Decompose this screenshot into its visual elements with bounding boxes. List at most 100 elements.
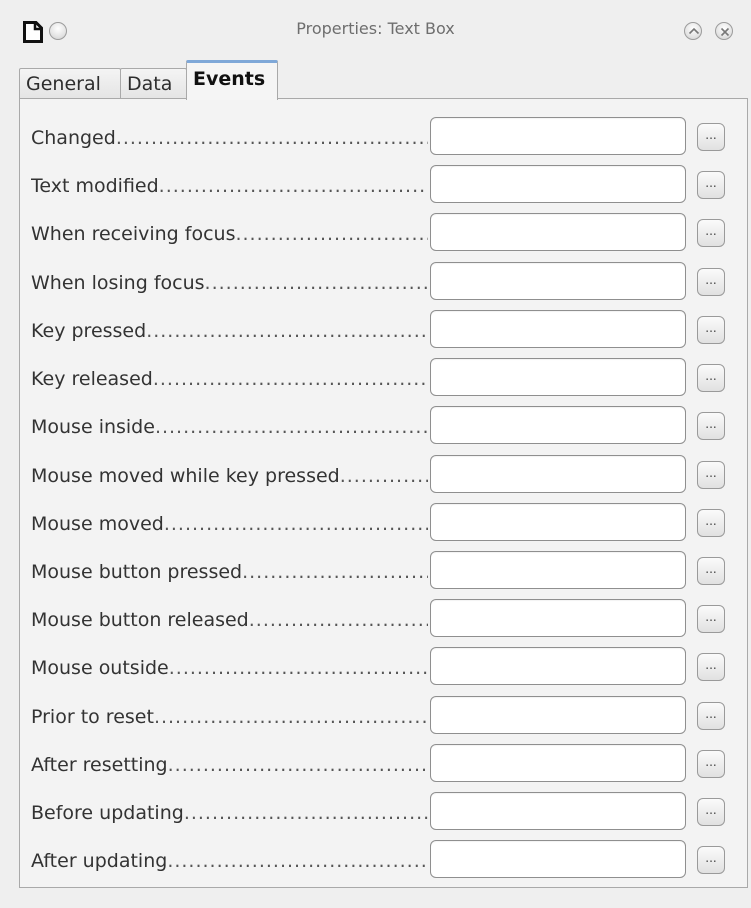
tab-data[interactable]: Data	[120, 68, 187, 99]
event-macro-field[interactable]	[430, 310, 686, 348]
close-icon[interactable]	[715, 22, 733, 40]
assign-macro-button[interactable]: ...	[697, 750, 725, 778]
leader-dots: ........................................…	[158, 175, 428, 197]
event-label-text: Before updating	[31, 802, 184, 824]
event-label: When losing focus.......................…	[31, 272, 428, 294]
event-row: Before updating.........................…	[20, 792, 749, 834]
event-row: Mouse inside............................…	[20, 406, 749, 448]
leader-dots: ........................................…	[152, 368, 428, 390]
leader-dots: ........................................…	[146, 320, 428, 342]
event-label: Prior to reset..........................…	[31, 706, 428, 728]
event-macro-field[interactable]	[430, 744, 686, 782]
event-label: Mouse inside............................…	[31, 416, 428, 438]
assign-macro-button[interactable]: ...	[697, 316, 725, 344]
event-macro-field[interactable]	[430, 551, 686, 589]
event-label: Mouse moved.............................…	[31, 513, 428, 535]
event-macro-field[interactable]	[430, 696, 686, 734]
event-row: Mouse button released...................…	[20, 599, 749, 641]
event-macro-field[interactable]	[430, 358, 686, 396]
assign-macro-button[interactable]: ...	[697, 605, 725, 633]
chevron-up-icon[interactable]	[684, 22, 702, 40]
assign-macro-button[interactable]: ...	[697, 557, 725, 585]
tab-general[interactable]: General	[19, 68, 121, 99]
event-label: After updating..........................…	[31, 850, 428, 872]
event-label: Changed.................................…	[31, 127, 428, 149]
leader-dots: ........................................…	[168, 657, 428, 679]
event-label: Mouse button released...................…	[31, 609, 428, 631]
event-macro-field[interactable]	[430, 647, 686, 685]
title-bar: Properties: Text Box	[0, 0, 751, 58]
assign-macro-button[interactable]: ...	[697, 364, 725, 392]
event-row: Key pressed.............................…	[20, 310, 749, 352]
event-row: Mouse moved while key pressed...........…	[20, 455, 749, 497]
assign-macro-button[interactable]: ...	[697, 461, 725, 489]
event-row: Text modified...........................…	[20, 165, 749, 207]
event-row: When losing focus.......................…	[20, 262, 749, 304]
assign-macro-button[interactable]: ...	[697, 653, 725, 681]
event-row: Mouse button pressed....................…	[20, 551, 749, 593]
leader-dots: ........................................…	[154, 416, 428, 438]
leader-dots: ........................................…	[204, 272, 428, 294]
event-label: Key released............................…	[31, 368, 428, 390]
events-panel: Changed.................................…	[19, 98, 748, 888]
event-label-text: After updating	[31, 850, 168, 872]
event-macro-field[interactable]	[430, 840, 686, 878]
leader-dots: ........................................…	[242, 561, 428, 583]
event-label: After resetting.........................…	[31, 754, 428, 776]
event-label-text: Key released	[31, 368, 153, 390]
event-label-text: Mouse button released	[31, 609, 249, 631]
event-row: Mouse outside...........................…	[20, 647, 749, 689]
window-title: Properties: Text Box	[296, 19, 455, 38]
event-row: Key released............................…	[20, 358, 749, 400]
event-macro-field[interactable]	[430, 117, 686, 155]
event-label-text: After resetting	[31, 754, 168, 776]
event-macro-field[interactable]	[430, 503, 686, 541]
assign-macro-button[interactable]: ...	[697, 171, 725, 199]
assign-macro-button[interactable]: ...	[697, 509, 725, 537]
assign-macro-button[interactable]: ...	[697, 846, 725, 874]
event-label-text: Mouse moved while key pressed	[31, 465, 340, 487]
event-macro-field[interactable]	[430, 165, 686, 203]
event-label: Mouse moved while key pressed...........…	[31, 465, 428, 487]
event-label: Before updating.........................…	[31, 802, 428, 824]
event-macro-field[interactable]	[430, 406, 686, 444]
event-macro-field[interactable]	[430, 455, 686, 493]
assign-macro-button[interactable]: ...	[697, 702, 725, 730]
assign-macro-button[interactable]: ...	[697, 123, 725, 151]
leader-dots: ........................................…	[167, 754, 428, 776]
leader-dots: ........................................…	[248, 609, 428, 631]
assign-macro-button[interactable]: ...	[697, 268, 725, 296]
event-label-text: Mouse inside	[31, 416, 155, 438]
properties-dialog: Properties: Text Box General Data Events…	[0, 0, 751, 908]
event-row: After resetting.........................…	[20, 744, 749, 786]
event-label: When receiving focus....................…	[31, 223, 428, 245]
event-label: Text modified...........................…	[31, 175, 428, 197]
event-label: Mouse outside...........................…	[31, 657, 428, 679]
event-row: Changed.................................…	[20, 117, 749, 159]
event-row: Prior to reset..........................…	[20, 696, 749, 738]
event-label-text: Text modified	[31, 175, 159, 197]
tab-events[interactable]: Events	[186, 60, 278, 100]
event-row: After updating..........................…	[20, 840, 749, 882]
event-macro-field[interactable]	[430, 792, 686, 830]
event-label-text: Key pressed	[31, 320, 147, 342]
event-label-text: Mouse button pressed	[31, 561, 243, 583]
assign-macro-button[interactable]: ...	[697, 798, 725, 826]
event-macro-field[interactable]	[430, 262, 686, 300]
event-label-text: When receiving focus	[31, 223, 236, 245]
event-label: Mouse button pressed....................…	[31, 561, 428, 583]
leader-dots: ........................................…	[115, 127, 428, 149]
event-macro-field[interactable]	[430, 599, 686, 637]
event-row: Mouse moved.............................…	[20, 503, 749, 545]
event-label-text: Changed	[31, 127, 116, 149]
event-row: When receiving focus....................…	[20, 213, 749, 255]
event-macro-field[interactable]	[430, 213, 686, 251]
event-label-text: When losing focus	[31, 272, 205, 294]
leader-dots: ........................................…	[235, 223, 428, 245]
assign-macro-button[interactable]: ...	[697, 219, 725, 247]
assign-macro-button[interactable]: ...	[697, 412, 725, 440]
leader-dots: ........................................…	[339, 465, 428, 487]
event-label-text: Mouse outside	[31, 657, 169, 679]
leader-dots: ........................................…	[163, 513, 428, 535]
event-label-text: Mouse moved	[31, 513, 164, 535]
